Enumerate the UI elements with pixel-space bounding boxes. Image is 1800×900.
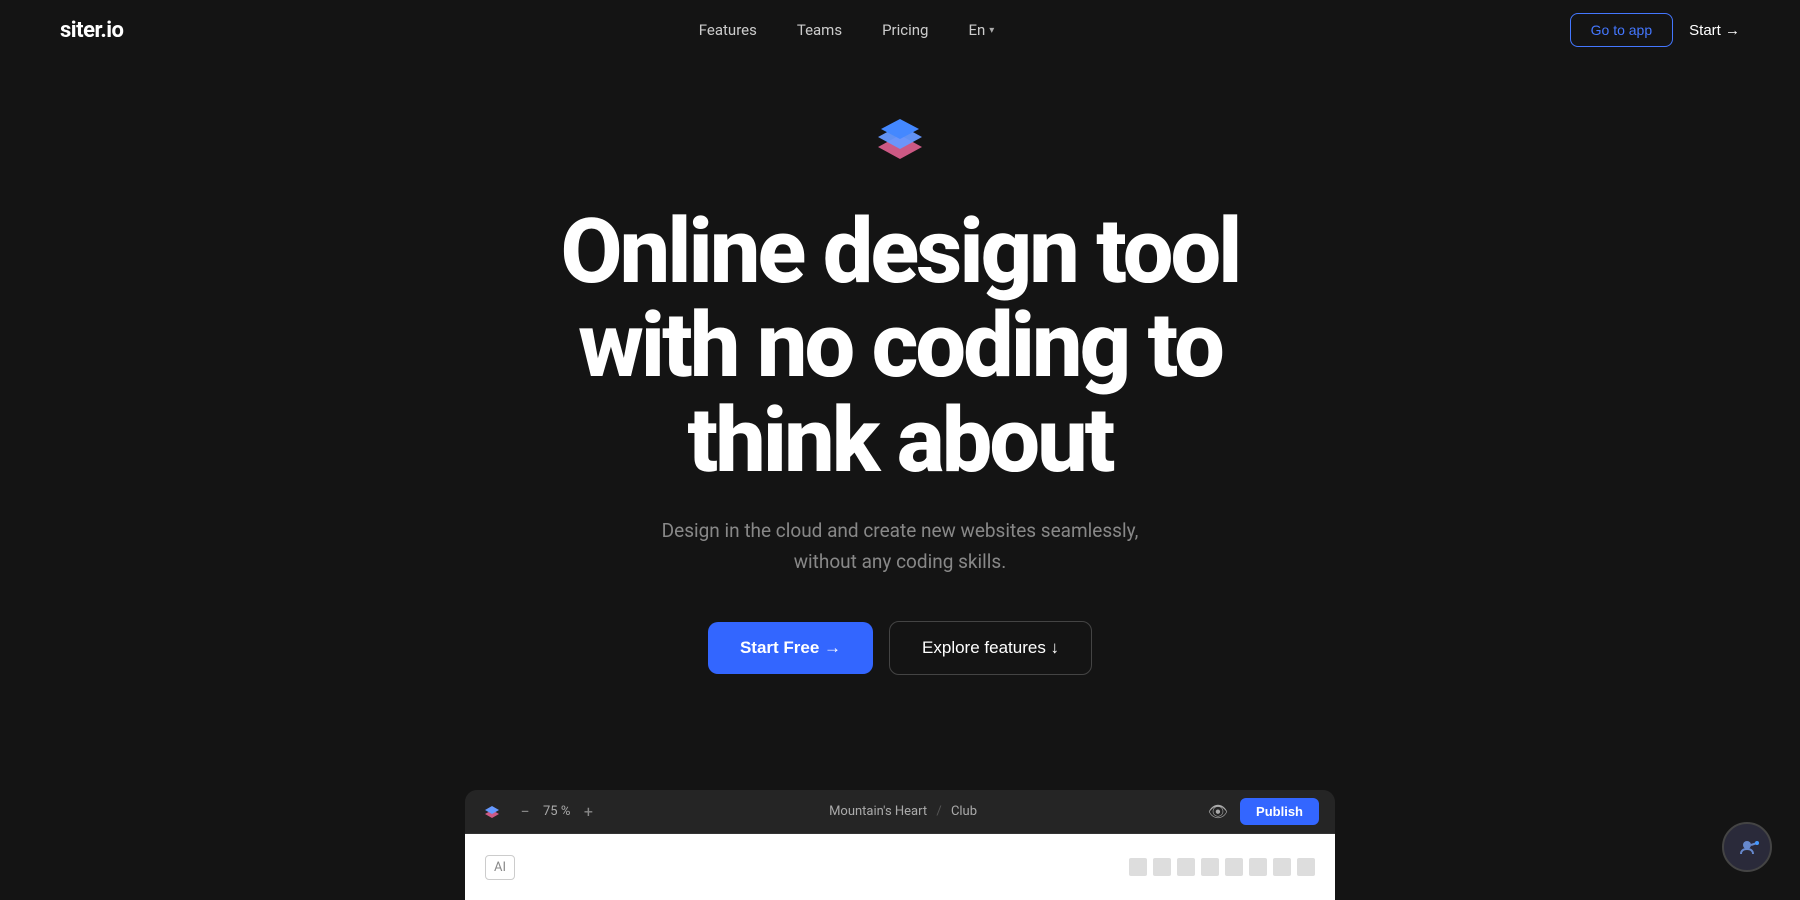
navbar: siter.io Features Teams Pricing En ▾ Go … [0,0,1800,60]
toolbar-right: 👁 Publish [1208,798,1319,825]
lang-label: En [968,21,985,39]
breadcrumb-separator: / [936,804,941,819]
editor-icon-4[interactable] [1201,858,1219,876]
brand-logo[interactable]: siter.io [60,18,123,43]
hero-section: Online design tool with no coding to thi… [0,0,1800,900]
app-logo-icon [481,801,503,823]
go-to-app-button[interactable]: Go to app [1570,13,1674,47]
app-canvas: AI [465,834,1335,900]
editor-icon-5[interactable] [1225,858,1243,876]
app-preview: − 75 % + Mountain's Heart / Club 👁 Publi… [465,790,1335,900]
hero-buttons: Start Free → Explore features ↓ [708,621,1092,675]
hero-subtitle: Design in the cloud and create new websi… [662,516,1139,577]
zoom-in-button[interactable]: + [578,802,598,822]
start-free-button[interactable]: Start Free → [708,622,873,674]
zoom-out-button[interactable]: − [515,802,535,822]
nav-actions: Go to app Start → [1570,13,1740,47]
nav-pricing[interactable]: Pricing [882,21,928,39]
publish-button[interactable]: Publish [1240,798,1319,825]
toolbar-left: − 75 % + [481,801,598,823]
nav-links: Features Teams Pricing En ▾ [699,21,995,39]
ai-label: AI [485,855,515,880]
editor-icon-3[interactable] [1177,858,1195,876]
chat-icon [1735,835,1759,859]
breadcrumb-part2: Club [951,804,977,819]
language-selector[interactable]: En ▾ [968,21,994,39]
preview-icon[interactable]: 👁 [1208,802,1228,821]
zoom-controls: − 75 % + [515,802,598,822]
chevron-down-icon: ▾ [989,25,994,36]
app-toolbar: − 75 % + Mountain's Heart / Club 👁 Publi… [465,790,1335,834]
nav-teams[interactable]: Teams [797,21,842,39]
hero-title: Online design tool with no coding to thi… [561,205,1240,489]
editor-icon-8[interactable] [1297,858,1315,876]
editor-icon-2[interactable] [1153,858,1171,876]
explore-features-button[interactable]: Explore features ↓ [889,621,1092,675]
editor-icon-1[interactable] [1129,858,1147,876]
editor-icon-7[interactable] [1273,858,1291,876]
nav-features[interactable]: Features [699,21,757,39]
breadcrumb-part1: Mountain's Heart [829,804,927,819]
start-button[interactable]: Start → [1689,22,1740,39]
editor-icon-6[interactable] [1249,858,1267,876]
chat-bubble-button[interactable] [1722,822,1772,872]
zoom-value: 75 % [543,804,570,819]
hero-logo-icon [864,105,936,177]
toolbar-breadcrumb: Mountain's Heart / Club [829,804,977,819]
editor-right-icons [1129,858,1315,876]
